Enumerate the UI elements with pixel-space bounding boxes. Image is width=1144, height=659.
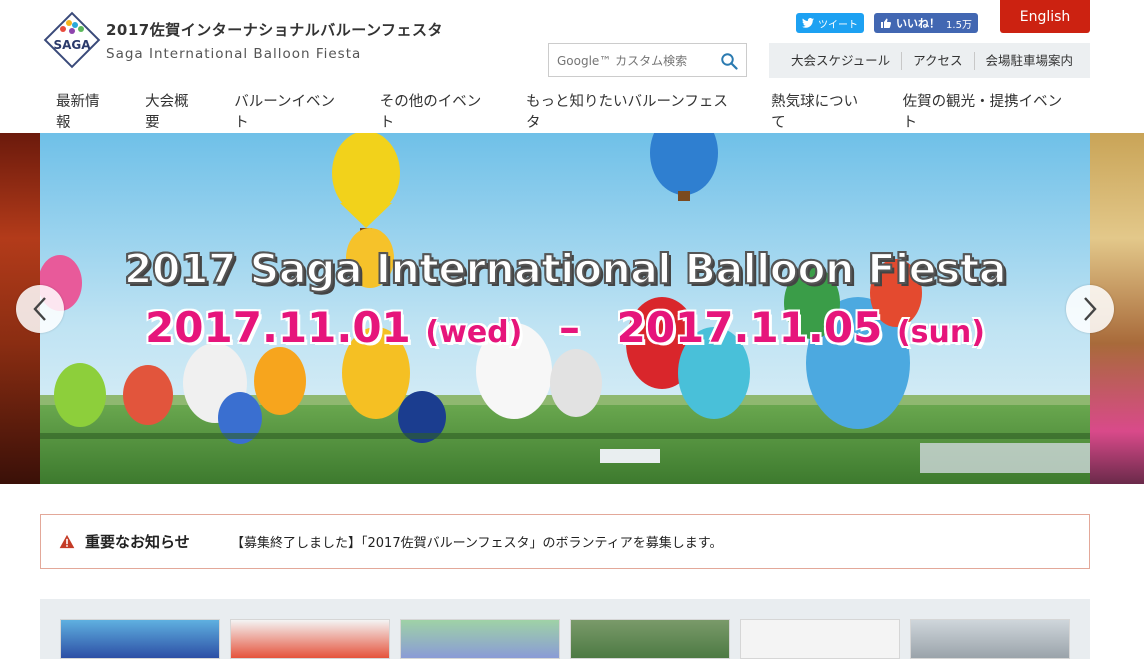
hero-end-day: (sun) <box>896 315 985 350</box>
nav-item-other-events[interactable]: その他のイベント <box>364 90 510 132</box>
main-navigation: 最新情報 大会概要 バルーンイベント その他のイベント もっと知りたいバルーンフ… <box>40 94 1090 131</box>
slider-next-button[interactable] <box>1066 285 1114 333</box>
important-notice: 重要なお知らせ 【募集終了しました】「2017佐賀バルーンフェスタ」のボランティ… <box>40 514 1090 569</box>
site-subtitle: Saga International Balloon Fiesta <box>106 45 362 62</box>
feature-card[interactable] <box>230 619 390 659</box>
hero-slider: 2017 Saga International Balloon Fiesta 2… <box>0 133 1144 484</box>
hero-start-day: (wed) <box>425 315 523 350</box>
feature-card[interactable] <box>400 619 560 659</box>
feature-card[interactable] <box>740 619 900 659</box>
hero-end-date: 2017.11.05 <box>616 303 883 352</box>
quick-link-parking[interactable]: 会場駐車場案内 <box>975 52 1085 70</box>
site-title: 2017佐賀インターナショナルバルーンフェスタ <box>106 20 444 39</box>
logo-balloon-dots <box>60 20 84 36</box>
search-icon[interactable] <box>720 52 738 70</box>
hero-title: 2017 Saga International Balloon Fiesta <box>123 244 1008 294</box>
quick-link-access[interactable]: アクセス <box>902 51 975 70</box>
like-label: いいね！ <box>896 17 941 30</box>
feature-card[interactable] <box>60 619 220 659</box>
nav-item-learn-more[interactable]: もっと知りたいバルーンフェスタ <box>510 90 755 132</box>
hero-date-separator: – <box>558 303 580 352</box>
hero-dates: 2017.11.01 (wed) – 2017.11.05 (sun) <box>40 303 1090 352</box>
feature-cards <box>40 599 1090 659</box>
feature-card[interactable] <box>570 619 730 659</box>
thumbs-up-icon <box>881 18 892 28</box>
site-logo[interactable]: SAGA 2017佐賀インターナショナルバルーンフェスタ Saga Intern… <box>43 11 444 69</box>
slider-prev-button[interactable] <box>16 285 64 333</box>
tweet-button[interactable]: ツイート <box>796 13 864 33</box>
nav-item-news[interactable]: 最新情報 <box>40 90 129 132</box>
nav-item-about-balloons[interactable]: 熱気球について <box>755 90 887 132</box>
chevron-left-icon <box>33 297 46 321</box>
logo-badge: SAGA <box>43 11 101 69</box>
notice-link[interactable]: 【募集終了しました】「2017佐賀バルーンフェスタ」のボランティアを募集します。 <box>231 532 722 551</box>
nav-item-tourism[interactable]: 佐賀の観光・提携イベント <box>887 90 1090 132</box>
logo-saga-text: SAGA <box>53 38 91 52</box>
nav-item-balloon-events[interactable]: バルーンイベント <box>218 90 364 132</box>
notice-heading: 重要なお知らせ <box>85 533 190 551</box>
facebook-like-button[interactable]: いいね！ 1.5万 <box>874 13 978 33</box>
quick-link-schedule[interactable]: 大会スケジュール <box>769 51 903 70</box>
warning-icon <box>59 534 75 549</box>
quick-links-bar: 大会スケジュール アクセス 会場駐車場案内 <box>769 43 1090 78</box>
feature-card[interactable] <box>910 619 1070 659</box>
nav-item-overview[interactable]: 大会概要 <box>129 90 218 132</box>
hero-slide: 2017 Saga International Balloon Fiesta 2… <box>40 133 1090 484</box>
search-box[interactable] <box>548 43 747 77</box>
chevron-right-icon <box>1084 297 1097 321</box>
english-language-button[interactable]: English <box>1000 0 1090 33</box>
like-count: 1.5万 <box>946 19 972 31</box>
twitter-bird-icon <box>802 18 814 28</box>
search-input[interactable] <box>555 50 709 72</box>
hero-start-date: 2017.11.01 <box>145 303 411 352</box>
tweet-label: ツイート <box>818 19 858 31</box>
